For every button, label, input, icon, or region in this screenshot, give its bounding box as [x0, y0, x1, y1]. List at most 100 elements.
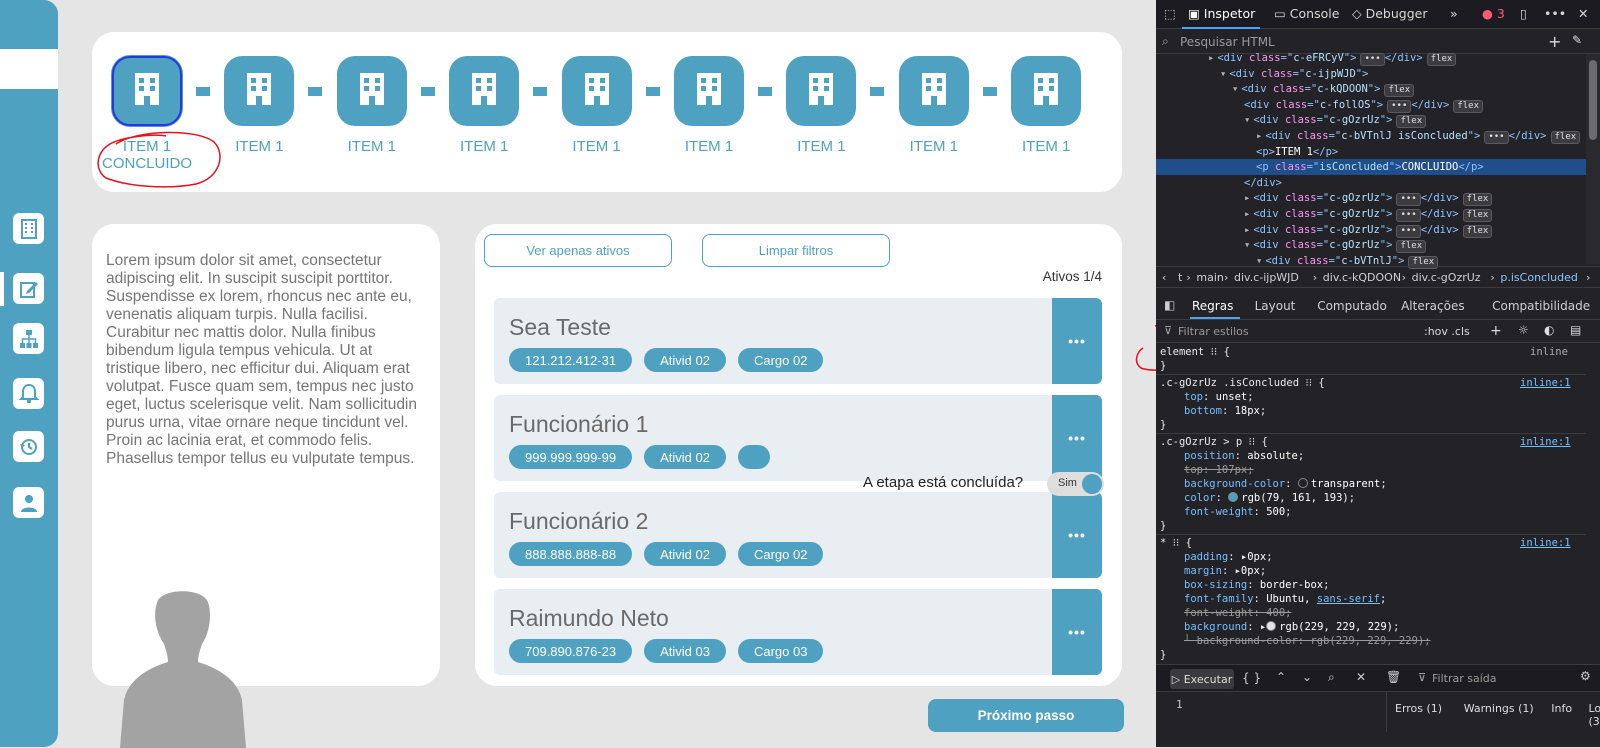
dom-node[interactable]: ▾<div class="c-gOzrUz">flex — [1244, 237, 1426, 253]
more-options-button[interactable]: ••• — [1052, 492, 1102, 578]
sidebar-toggle-icon[interactable]: ◧ — [1164, 298, 1175, 312]
step-button[interactable] — [674, 56, 744, 126]
rule-prop[interactable]: top: unset; — [1184, 390, 1254, 404]
bell-icon[interactable] — [13, 378, 44, 409]
flex-badge[interactable]: flex — [1463, 209, 1493, 222]
dom-node[interactable]: <p class="isConcluded">CONCLUIDO</p> — [1156, 159, 1586, 175]
more-options-button[interactable]: ••• — [1052, 589, 1102, 675]
console-filter-tab[interactable]: Logs (3) — [1589, 702, 1600, 728]
rule-p-source[interactable]: inline:1 — [1520, 435, 1571, 449]
dom-node[interactable]: <p>ITEM 1</p> — [1256, 144, 1338, 160]
breadcrumb-item[interactable]: div.c-kQDOON — [1323, 271, 1401, 284]
rules-tab[interactable]: Computado — [1317, 299, 1387, 313]
dom-node[interactable]: ▸<div class="c-gOzrUz">•••</div>flex — [1244, 190, 1492, 206]
dom-node[interactable]: ▾<div class="c-ijpWJD"> — [1220, 66, 1368, 82]
state-toggles[interactable]: :hov .cls — [1424, 325, 1470, 338]
console-filter-tab[interactable]: Erros (1) — [1395, 702, 1442, 715]
more-options-button[interactable]: ••• — [1052, 298, 1102, 384]
rules-tab[interactable]: Regras — [1192, 299, 1233, 313]
rule-prop-overridden[interactable]: top: 107px; — [1184, 463, 1254, 477]
building-icon[interactable] — [13, 213, 44, 244]
expand-down-icon[interactable]: ▾ — [1232, 83, 1238, 95]
chevron-down-icon[interactable]: ⌄ — [1302, 670, 1312, 684]
rule-prop[interactable]: font-weight: 500; — [1184, 505, 1292, 519]
rules-tab[interactable]: Layout — [1255, 299, 1296, 313]
gear-icon[interactable]: ⚙ — [1580, 669, 1591, 683]
breadcrumb-item[interactable]: div.c-ijpWJD — [1234, 271, 1299, 284]
step-item[interactable]: ITEM 1 — [786, 56, 856, 126]
expand-down-icon[interactable]: ▾ — [1256, 255, 1262, 267]
employee-card[interactable]: Raimundo Neto709.890.876-23Ativid 03Carg… — [494, 589, 1102, 675]
step-item[interactable]: ITEM 1CONCLUIDO — [112, 56, 182, 126]
rule-universal-source[interactable]: inline:1 — [1520, 536, 1571, 550]
console-filter-tab[interactable]: Warnings (1) — [1464, 702, 1534, 715]
more-tabs-icon[interactable]: » — [1450, 6, 1458, 21]
next-step-button[interactable]: Próximo passo — [928, 699, 1124, 732]
filter-styles-input[interactable]: Filtrar estilos — [1178, 325, 1249, 338]
active-only-filter-button[interactable]: Ver apenas ativos — [484, 234, 672, 267]
step-item[interactable]: ITEM 1 — [562, 56, 632, 126]
step-button[interactable] — [562, 56, 632, 126]
rule-prop-overridden[interactable]: font-weight: 400; — [1184, 606, 1291, 620]
rule-prop[interactable]: box-sizing: border-box; — [1184, 578, 1329, 592]
color-swatch[interactable] — [1266, 621, 1276, 631]
step-item[interactable]: ITEM 1 — [337, 56, 407, 126]
flex-badge[interactable]: flex — [1463, 225, 1493, 238]
rule-prop[interactable]: font-family: Ubuntu, sans-serif; — [1184, 592, 1386, 606]
flex-badge[interactable]: flex — [1427, 53, 1457, 66]
step-item[interactable]: ITEM 1 — [899, 56, 969, 126]
more-options-button[interactable]: ••• — [1052, 395, 1102, 481]
menu-dots-icon[interactable]: ••• — [1544, 6, 1566, 21]
print-media-icon[interactable]: ▤ — [1570, 323, 1581, 337]
flex-badge[interactable]: flex — [1396, 115, 1426, 128]
rule-prop[interactable]: padding: ▸0px; — [1184, 550, 1273, 564]
breadcrumb-item[interactable]: p.isConcluded — [1500, 271, 1577, 284]
add-rule-icon[interactable]: + — [1490, 323, 1502, 339]
dom-node[interactable]: <div class="c-follOS">•••</div>flex — [1244, 97, 1483, 113]
step-button[interactable] — [1011, 56, 1081, 126]
step-item[interactable]: ITEM 1 — [674, 56, 744, 126]
expand-down-icon[interactable]: ▾ — [1244, 239, 1250, 251]
light-theme-icon[interactable]: ☼ — [1518, 323, 1529, 337]
dom-node[interactable]: ▸<div class="c-bVTnlJ isConcluded">•••</… — [1256, 128, 1580, 144]
collapsed-dots[interactable]: ••• — [1396, 193, 1420, 206]
rules-tab[interactable]: Alterações — [1401, 299, 1465, 313]
console-filter-input[interactable]: Filtrar saída — [1432, 672, 1497, 685]
console-filter-tab[interactable]: Info — [1551, 702, 1572, 715]
flex-badge[interactable]: flex — [1453, 100, 1483, 113]
employee-card[interactable]: Funcionário 2888.888.888-88Ativid 02Carg… — [494, 492, 1102, 578]
breadcrumb-back-icon[interactable]: ‹ — [1162, 271, 1166, 284]
step-button[interactable] — [899, 56, 969, 126]
dom-node[interactable]: ▾<div class="c-kQDOON">flex — [1232, 81, 1414, 97]
dock-icon[interactable]: ▯ — [1520, 6, 1527, 21]
color-swatch[interactable] — [1228, 492, 1238, 502]
flex-badge[interactable]: flex — [1396, 240, 1426, 253]
step-button[interactable] — [449, 56, 519, 126]
breadcrumb-forward-icon[interactable]: › — [1586, 271, 1590, 284]
rule-prop[interactable]: margin: ▸0px; — [1184, 564, 1266, 578]
element-picker-icon[interactable]: ⬚ — [1164, 6, 1176, 21]
step-item[interactable]: ITEM 1 — [449, 56, 519, 126]
expand-right-icon[interactable]: ▸ — [1244, 208, 1250, 220]
breadcrumb-item[interactable]: main — [1196, 271, 1223, 284]
eyedropper-icon[interactable]: ✎ — [1572, 33, 1582, 47]
expand-right-icon[interactable]: ▸ — [1244, 224, 1250, 236]
edit-icon[interactable] — [13, 273, 44, 304]
employee-card[interactable]: Funcionário 1999.999.999-99Ativid 02••• — [494, 395, 1102, 481]
collapsed-dots[interactable]: ••• — [1396, 225, 1420, 238]
rule-prop[interactable]: background: ▸rgb(229, 229, 229); — [1184, 620, 1399, 634]
step-button[interactable] — [112, 56, 182, 126]
trash-icon[interactable]: 🗑 — [1386, 670, 1401, 684]
step-completed-toggle[interactable]: Sim — [1047, 472, 1104, 496]
color-swatch[interactable] — [1298, 478, 1308, 488]
rule-prop[interactable]: color: rgb(79, 161, 193); — [1184, 491, 1355, 505]
rule-prop-overridden[interactable]: └ background-color: rgb(229, 229, 229); — [1184, 634, 1431, 648]
dom-node[interactable]: ▸<div class="c-eFRCyV">•••</div>flex — [1208, 50, 1456, 66]
step-button[interactable] — [224, 56, 294, 126]
clear-filters-button[interactable]: Limpar filtros — [702, 234, 890, 267]
employee-card[interactable]: Sea Teste121.212.412-31Ativid 02Cargo 02… — [494, 298, 1102, 384]
expand-down-icon[interactable]: ▾ — [1244, 114, 1250, 126]
step-button[interactable] — [786, 56, 856, 126]
expand-down-icon[interactable]: ▾ — [1220, 68, 1226, 80]
close-icon[interactable]: ✕ — [1356, 670, 1366, 684]
